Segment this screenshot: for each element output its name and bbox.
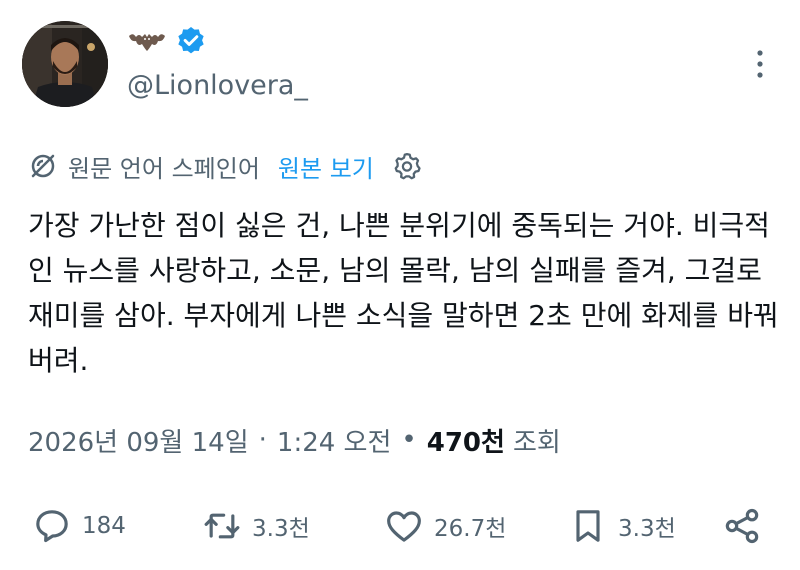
share-button[interactable]	[722, 503, 762, 549]
tweet-metadata: 2026년 09월 14일 · 1:24 오전 • 470천 조회	[28, 418, 561, 462]
translation-bar: 원문 언어 스페인어 원본 보기	[28, 146, 422, 186]
bookmark-count: 3.3천	[618, 516, 676, 542]
author-avatar[interactable]	[22, 21, 108, 107]
show-original-link[interactable]: 원본 보기	[278, 149, 374, 184]
translate-icon	[31, 154, 55, 178]
repost-button[interactable]: 3.3천	[202, 503, 310, 549]
views-label: 조회	[512, 427, 561, 458]
verified-badge-icon	[178, 27, 204, 54]
views-count: 470천	[426, 427, 505, 458]
reply-icon	[36, 510, 68, 543]
avatar-photo	[22, 21, 108, 107]
tweet-text: 가장 가난한 점이 싫은 건, 나쁜 분위기에 중독되는 거야. 비극적인 뉴스…	[28, 209, 779, 377]
bookmark-icon	[576, 510, 600, 542]
reply-button[interactable]: 184	[32, 503, 126, 549]
heart-icon	[387, 511, 421, 542]
repost-count: 3.3천	[252, 516, 310, 542]
bookmark-button[interactable]: 3.3천	[568, 503, 676, 549]
bat-emoji-icon	[129, 34, 165, 51]
repost-icon	[204, 513, 240, 539]
like-button[interactable]: 26.7천	[384, 503, 506, 549]
meta-bullet: •	[401, 425, 417, 455]
author-name-row[interactable]	[127, 24, 207, 58]
settings-gear-icon[interactable]	[392, 151, 422, 181]
share-icon	[725, 508, 759, 544]
like-count: 26.7천	[434, 516, 507, 542]
tweet-time[interactable]: 1:24 오전	[277, 422, 392, 459]
meta-separator: ·	[258, 425, 267, 455]
source-language-label: 원문 언어 스페인어	[68, 154, 260, 183]
reply-count: 184	[82, 513, 126, 539]
author-handle[interactable]: @Lionlovera_	[127, 66, 308, 106]
more-options-icon[interactable]	[748, 44, 772, 84]
tweet-date[interactable]: 2026년 09월 14일	[28, 422, 249, 459]
